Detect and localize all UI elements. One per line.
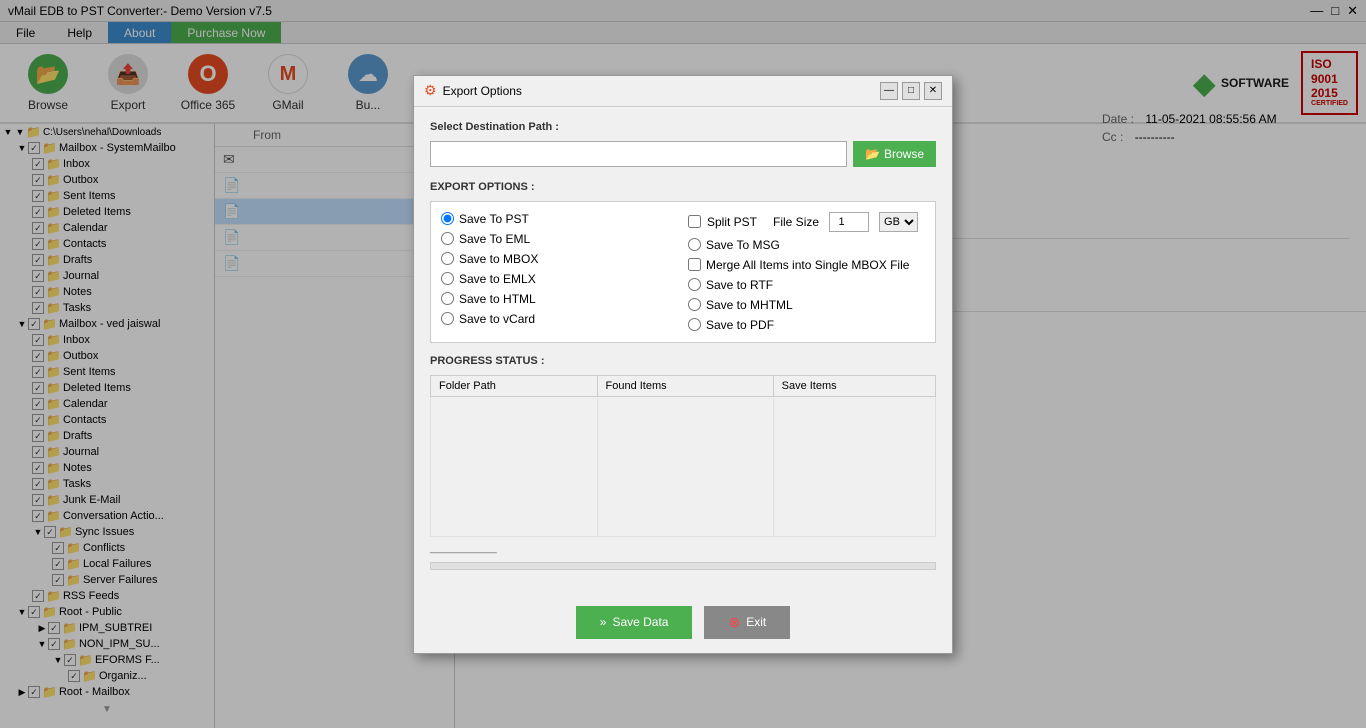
progress-table-head: Folder Path Found Items Save Items: [431, 375, 936, 396]
save-to-rtf-radio[interactable]: [688, 278, 701, 291]
save-to-html-label: Save to HTML: [459, 292, 536, 306]
split-pst-row: Split PST File Size GB MB: [688, 212, 925, 232]
exit-button[interactable]: ⊗ Exit: [704, 606, 790, 639]
modal-browse-btn[interactable]: 📂 Browse: [853, 141, 936, 167]
modal-title: Export Options: [443, 84, 522, 98]
save-data-button[interactable]: » Save Data: [576, 606, 693, 639]
save-to-eml-radio[interactable]: [441, 232, 454, 245]
save-to-vcard-radio[interactable]: [441, 312, 454, 325]
folder-icon: 📂: [865, 147, 880, 161]
modal-title-area: ⚙ Export Options: [424, 82, 522, 99]
export-options-modal: ⚙ Export Options — □ ✕ Select Destinatio…: [413, 75, 953, 654]
merge-checkbox[interactable]: [688, 258, 701, 271]
save-icon: »: [600, 615, 607, 629]
progress-empty-row: [431, 396, 936, 536]
merge-label: Merge All Items into Single MBOX File: [706, 258, 909, 272]
progress-table: Folder Path Found Items Save Items: [430, 375, 936, 537]
export-options-box: Save To PST Save To EML Save to MBOX: [430, 201, 936, 343]
progress-table-body: [431, 396, 936, 536]
dest-path-row: 📂 Browse: [430, 141, 936, 167]
merge-row[interactable]: Merge All Items into Single MBOX File: [688, 258, 925, 272]
exit-btn-label: Exit: [746, 615, 766, 629]
progress-label: PROGRESS STATUS :: [430, 355, 936, 367]
dest-path-input[interactable]: [430, 141, 847, 167]
file-size-input[interactable]: [829, 212, 869, 232]
export-options-label: EXPORT OPTIONS :: [430, 181, 936, 193]
save-to-emlx-label: Save to EMLX: [459, 272, 536, 286]
save-to-mbox-radio[interactable]: [441, 252, 454, 265]
save-to-html-option[interactable]: Save to HTML: [441, 292, 678, 306]
save-to-mbox-option[interactable]: Save to MBOX: [441, 252, 678, 266]
right-options: Split PST File Size GB MB Save To MSG: [688, 212, 925, 332]
progress-section: PROGRESS STATUS : Folder Path Found Item…: [430, 355, 936, 570]
save-to-html-radio[interactable]: [441, 292, 454, 305]
save-to-pst-option[interactable]: Save To PST: [441, 212, 678, 226]
save-to-pdf-radio[interactable]: [688, 318, 701, 331]
folder-path-col: Folder Path: [431, 375, 598, 396]
export-options-grid: Save To PST Save To EML Save to MBOX: [441, 212, 925, 332]
save-items-col: Save Items: [773, 375, 935, 396]
save-to-pst-label: Save To PST: [459, 212, 529, 226]
save-to-mhtml-label: Save to MHTML: [706, 298, 793, 312]
save-to-eml-label: Save To EML: [459, 232, 530, 246]
split-pst-label: Split PST: [707, 215, 757, 229]
modal-controls[interactable]: — □ ✕: [880, 82, 942, 100]
split-pst-checkbox[interactable]: [688, 215, 701, 228]
modal-footer: » Save Data ⊗ Exit: [414, 596, 952, 653]
modal-maximize-btn[interactable]: □: [902, 82, 920, 100]
modal-icon: ⚙: [424, 82, 437, 99]
save-to-pdf-option[interactable]: Save to PDF: [688, 318, 925, 332]
save-to-pst-radio[interactable]: [441, 212, 454, 225]
modal-close-btn[interactable]: ✕: [924, 82, 942, 100]
save-to-rtf-option[interactable]: Save to RTF: [688, 278, 925, 292]
save-to-emlx-radio[interactable]: [441, 272, 454, 285]
save-to-pdf-label: Save to PDF: [706, 318, 774, 332]
left-options: Save To PST Save To EML Save to MBOX: [441, 212, 678, 332]
progress-header-row: Folder Path Found Items Save Items: [431, 375, 936, 396]
save-to-vcard-option[interactable]: Save to vCard: [441, 312, 678, 326]
save-to-mhtml-option[interactable]: Save to MHTML: [688, 298, 925, 312]
progress-bar-container: [430, 562, 936, 570]
progress-separator: ____________: [430, 543, 936, 554]
save-to-msg-option[interactable]: Save To MSG: [688, 238, 925, 252]
save-to-rtf-label: Save to RTF: [706, 278, 773, 292]
modal-body: Select Destination Path : 📂 Browse EXPOR…: [414, 107, 952, 596]
file-size-label: File Size: [773, 215, 819, 229]
save-items-cell: [773, 396, 935, 536]
save-to-eml-option[interactable]: Save To EML: [441, 232, 678, 246]
size-unit-select[interactable]: GB MB: [879, 212, 918, 232]
save-to-msg-radio[interactable]: [688, 238, 701, 251]
modal-minimize-btn[interactable]: —: [880, 82, 898, 100]
found-items-col: Found Items: [597, 375, 773, 396]
modal-overlay: ⚙ Export Options — □ ✕ Select Destinatio…: [0, 0, 1366, 728]
save-to-emlx-option[interactable]: Save to EMLX: [441, 272, 678, 286]
dest-path-label: Select Destination Path :: [430, 121, 936, 133]
save-to-mbox-label: Save to MBOX: [459, 252, 538, 266]
save-to-vcard-label: Save to vCard: [459, 312, 535, 326]
modal-titlebar: ⚙ Export Options — □ ✕: [414, 76, 952, 107]
exit-icon: ⊗: [728, 614, 740, 631]
folder-path-cell: [431, 396, 598, 536]
found-items-cell: [597, 396, 773, 536]
save-to-msg-label: Save To MSG: [706, 238, 780, 252]
save-btn-label: Save Data: [612, 615, 668, 629]
save-to-mhtml-radio[interactable]: [688, 298, 701, 311]
